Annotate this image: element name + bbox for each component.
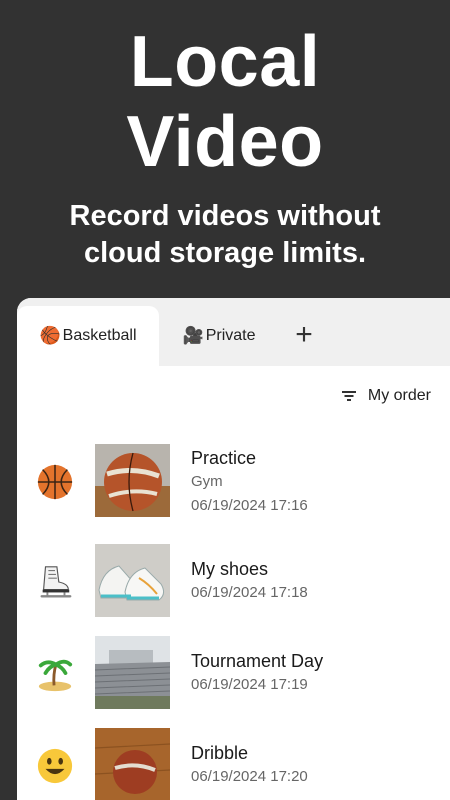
sort-label: My order xyxy=(367,387,431,404)
video-row[interactable]: My shoes 06/19/2024 17:18 xyxy=(17,544,450,620)
hero-title-line1: Local xyxy=(129,22,321,102)
tab-private[interactable]: 🎥 Private xyxy=(169,306,269,366)
video-date: 06/19/2024 17:20 xyxy=(191,768,308,785)
hero-title-line2: Video xyxy=(126,102,324,182)
video-row[interactable]: Tournament Day 06/19/2024 17:19 xyxy=(17,636,450,712)
video-date: 06/19/2024 17:16 xyxy=(191,497,308,514)
video-thumbnail xyxy=(95,544,170,617)
sort-icon xyxy=(341,390,356,402)
video-row[interactable]: Dribble 06/19/2024 17:20 xyxy=(17,728,450,800)
video-date: 06/19/2024 17:18 xyxy=(191,584,308,601)
hero-subtitle: Record videos without cloud storage limi… xyxy=(0,198,450,272)
video-thumbnail xyxy=(95,728,170,800)
video-title: Dribble xyxy=(191,743,249,763)
video-date: 06/19/2024 17:19 xyxy=(191,676,308,693)
sort-button[interactable]: My order xyxy=(341,386,431,406)
video-camera-icon: 🎥 xyxy=(182,326,204,346)
video-thumbnail xyxy=(95,636,170,709)
add-tab-button[interactable]: + xyxy=(290,318,318,352)
basketball-icon: 🏀 xyxy=(39,326,61,346)
app-panel: 🏀 Basketball 🎥 Private + My order Practi… xyxy=(17,298,450,800)
smiley-icon xyxy=(35,746,75,786)
island-icon xyxy=(35,654,75,694)
hero-title: Local Video xyxy=(0,22,450,182)
tab-basketball[interactable]: 🏀 Basketball xyxy=(17,306,159,366)
tab-bar: 🏀 Basketball 🎥 Private + xyxy=(17,298,450,366)
tab-label: Basketball xyxy=(62,327,137,344)
ice-skate-icon xyxy=(35,562,75,602)
video-title: Practice xyxy=(191,448,257,468)
video-row[interactable]: Practice Gym 06/19/2024 17:16 xyxy=(17,444,450,520)
tab-label: Private xyxy=(205,327,256,344)
hero-subtitle-line2: cloud storage limits. xyxy=(84,237,366,269)
video-title: Tournament Day xyxy=(191,651,324,671)
video-title: My shoes xyxy=(191,559,269,579)
video-subtitle: Gym xyxy=(191,473,223,490)
hero-subtitle-line1: Record videos without xyxy=(69,200,381,232)
basketball-icon xyxy=(35,462,75,502)
video-thumbnail xyxy=(95,444,170,517)
